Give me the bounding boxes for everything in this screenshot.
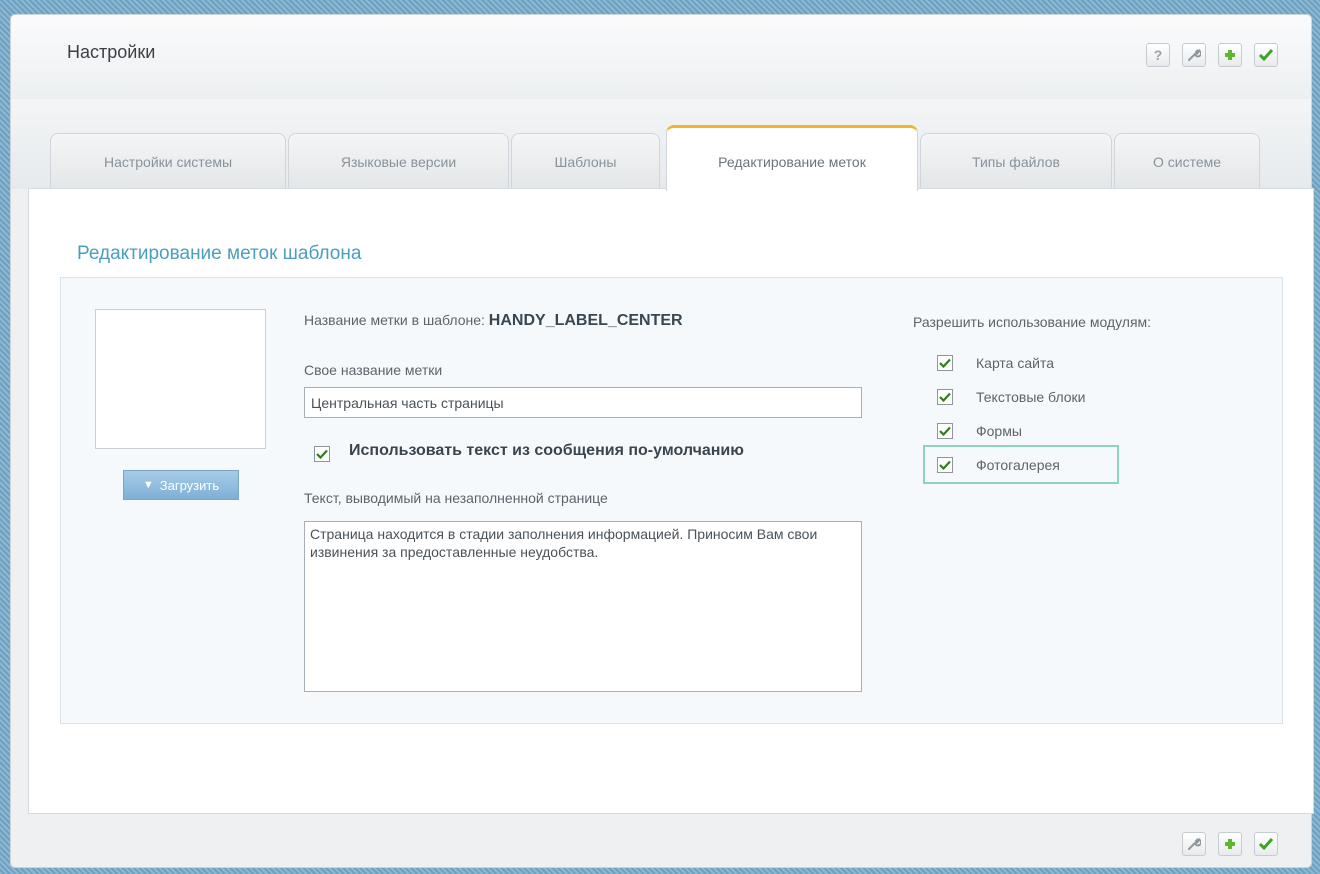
check-icon (939, 426, 951, 436)
module-label-photogallery: Фотогалерея (976, 457, 1060, 473)
tab-edit-labels[interactable]: Редактирование меток (666, 125, 918, 191)
footer-add-button[interactable] (1218, 832, 1242, 856)
page-title: Настройки (67, 42, 156, 62)
wrench-icon (1188, 48, 1201, 61)
modules-caption: Разрешить использование модулям: (913, 314, 1152, 330)
label-name-row: Название метки в шаблоне: HANDY_LABEL_CE… (304, 312, 683, 330)
module-checkbox-sitemap[interactable] (937, 355, 953, 371)
label-name-caption: Название метки в шаблоне: (304, 312, 485, 328)
label-edit-panel: ▼ Загрузить Название метки в шаблоне: HA… (60, 277, 1283, 724)
use-default-text-label: Использовать текст из сообщения по-умолч… (349, 442, 744, 459)
tab-templates[interactable]: Шаблоны (511, 133, 660, 189)
own-name-caption: Свое название метки (304, 362, 443, 378)
check-icon (939, 460, 951, 470)
double-chevron-down-icon: ▼ (142, 479, 154, 491)
section-title: Редактирование меток шаблона (77, 243, 362, 264)
tab-about[interactable]: О системе (1114, 133, 1260, 189)
help-button[interactable]: ? (1146, 43, 1170, 67)
settings-window: Настройки ? Настройки системы Языковые в… (10, 14, 1314, 868)
help-icon: ? (1153, 47, 1163, 63)
module-checkbox-forms[interactable] (937, 423, 953, 439)
plus-icon (1225, 50, 1235, 60)
image-preview (95, 309, 266, 449)
module-checkbox-text-blocks[interactable] (937, 389, 953, 405)
tab-system-settings[interactable]: Настройки системы (50, 133, 286, 189)
tab-language-versions[interactable]: Языковые версии (288, 133, 509, 189)
add-button[interactable] (1218, 43, 1242, 67)
check-icon (939, 358, 951, 368)
upload-button[interactable]: ▼ Загрузить (123, 470, 239, 500)
empty-page-text-caption: Текст, выводимый на незаполненной страни… (304, 490, 608, 506)
footer-apply-button[interactable] (1254, 832, 1278, 856)
module-checkbox-photogallery[interactable] (937, 457, 953, 473)
wrench-icon (1188, 837, 1201, 850)
upload-label: Загрузить (159, 477, 220, 493)
label-name-value: HANDY_LABEL_CENTER (488, 312, 683, 329)
own-name-input[interactable] (304, 387, 862, 418)
check-icon (939, 392, 951, 402)
empty-page-text-area[interactable]: Страница находится в стадии заполнения и… (304, 521, 862, 692)
check-icon (1258, 49, 1274, 62)
module-label-sitemap: Карта сайта (976, 355, 1054, 371)
module-label-text-blocks: Текстовые блоки (976, 389, 1086, 405)
use-default-text-checkbox[interactable] (314, 446, 330, 462)
footer-settings-button[interactable] (1182, 832, 1206, 856)
apply-button[interactable] (1254, 43, 1278, 67)
settings-button[interactable] (1182, 43, 1206, 67)
check-icon (1258, 838, 1274, 851)
plus-icon (1225, 839, 1235, 849)
window-header: Настройки ? (11, 15, 1311, 100)
check-icon (316, 449, 328, 459)
module-label-forms: Формы (976, 423, 1022, 439)
tab-file-types[interactable]: Типы файлов (920, 133, 1112, 189)
tab-content: Редактирование меток шаблона ▼ Загрузить… (28, 188, 1314, 814)
